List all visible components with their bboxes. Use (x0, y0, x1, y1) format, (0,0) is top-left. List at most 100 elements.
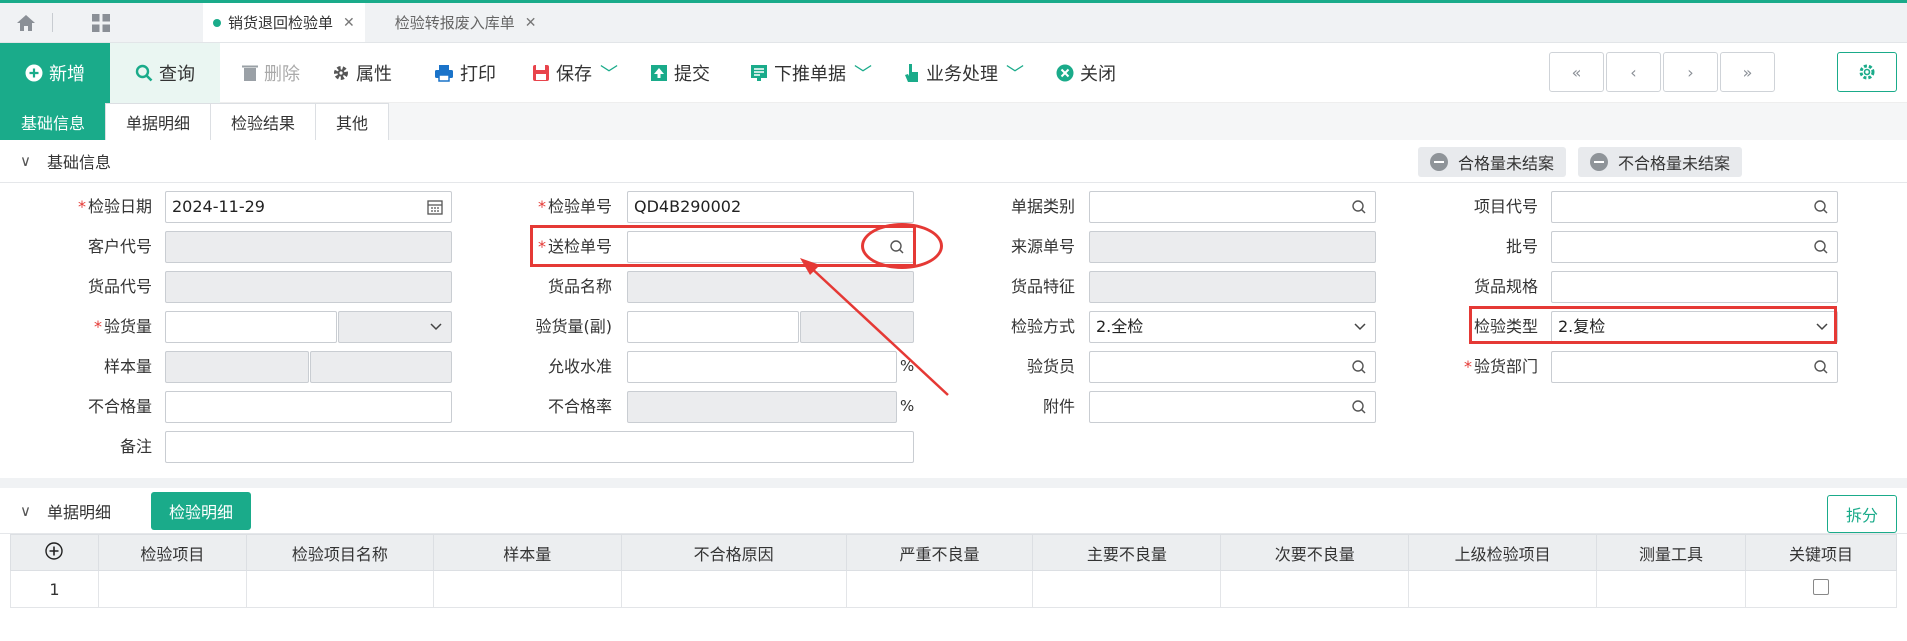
sample-qty2-field (310, 351, 452, 383)
accept-level-label: 允收水准 (547, 357, 612, 376)
inspect-qty-field[interactable] (165, 311, 337, 343)
unqualified-unclosed-button[interactable]: 不合格量未结案 (1578, 147, 1743, 177)
col-header[interactable]: 检验项目名称 (245, 534, 434, 571)
business-button[interactable]: 业务处理 ﹀ (888, 43, 1040, 103)
chevron-down-icon[interactable]: ∨ (20, 152, 31, 170)
split-button[interactable]: 拆分 (1827, 495, 1897, 533)
close-icon[interactable]: ✕ (343, 15, 355, 31)
new-button[interactable]: 新增 (0, 42, 110, 103)
chevron-down-icon[interactable]: ∨ (20, 502, 31, 520)
inspect-no-field[interactable]: QD4B290002 (627, 191, 914, 223)
grid-apps-icon[interactable] (53, 3, 149, 42)
project-code-field[interactable] (1551, 191, 1838, 223)
inspect-details-tab[interactable]: 检验明细 (151, 491, 252, 530)
tab-basic-info[interactable]: 基础信息 (0, 103, 107, 140)
col-header[interactable]: 测量工具 (1596, 534, 1747, 571)
properties-button[interactable]: 属性 (316, 43, 408, 103)
table-cell[interactable] (1408, 570, 1598, 608)
remark-field[interactable] (165, 431, 914, 463)
col-header[interactable]: 主要不良量 (1032, 534, 1222, 571)
annotation-arrow (800, 258, 949, 396)
search-icon[interactable] (1351, 399, 1367, 415)
search-icon[interactable] (1813, 359, 1829, 375)
source-no-field (1089, 231, 1376, 263)
tab-doc-details[interactable]: 单据明细 (105, 103, 212, 140)
close-circle-icon (1056, 64, 1074, 81)
next-record-icon[interactable]: › (1663, 52, 1718, 92)
batch-no-field[interactable] (1551, 231, 1838, 263)
customer-code-field (165, 231, 452, 263)
unqualified-qty-field[interactable] (165, 391, 452, 423)
delete-label: 删除 (264, 63, 300, 85)
section-title: 基础信息 (46, 153, 111, 172)
col-header[interactable]: 样本量 (432, 534, 622, 571)
inspect-dept-field[interactable] (1551, 351, 1838, 383)
add-row-icon[interactable] (10, 534, 99, 571)
first-record-icon[interactable]: « (1549, 52, 1604, 92)
search-icon[interactable] (1351, 359, 1367, 375)
close-button[interactable]: 关闭 (1040, 43, 1132, 103)
qualified-unclosed-button[interactable]: 合格量未结案 (1418, 147, 1567, 177)
col-header[interactable]: 关键项目 (1745, 534, 1897, 571)
tab-other[interactable]: 其他 (315, 103, 390, 140)
goods-spec-field[interactable] (1551, 271, 1838, 303)
query-button[interactable]: 查询 (110, 42, 220, 103)
table-cell[interactable] (845, 570, 1034, 608)
unqualified-rate-label: 不合格率 (547, 397, 612, 416)
inspect-date-field[interactable]: 2024-11-29 (165, 191, 452, 223)
settings-gear-icon[interactable] (1837, 52, 1897, 92)
tab-sales-return-inspection[interactable]: 销货退回检验单 ✕ (203, 3, 365, 42)
inspect-qty2-field[interactable] (627, 311, 799, 343)
inspect-qty-unit-select[interactable] (338, 311, 452, 343)
chevron-down-icon: ﹀ (854, 63, 872, 85)
close-icon[interactable]: ✕ (525, 15, 537, 31)
col-header[interactable]: 次要不良量 (1220, 534, 1410, 571)
goods-name-label: 货品名称 (547, 277, 612, 296)
calendar-icon[interactable] (427, 199, 443, 215)
col-header[interactable]: 严重不良量 (845, 534, 1034, 571)
attachment-field[interactable] (1089, 391, 1376, 423)
table-cell[interactable] (1596, 570, 1747, 608)
document-tabbar: 销货退回检验单 ✕ 检验转报废入库单 ✕ (0, 3, 1907, 43)
col-header[interactable]: 检验项目 (97, 534, 247, 571)
trash-icon (242, 65, 258, 81)
table-cell[interactable] (620, 570, 847, 608)
search-icon[interactable] (1813, 239, 1829, 255)
section-tabs: 基础信息 单据明细 检验结果 其他 (0, 103, 1907, 140)
push-down-button[interactable]: 下推单据 ﹀ (734, 43, 888, 103)
key-item-checkbox[interactable] (1813, 579, 1829, 595)
table-cell[interactable] (245, 570, 434, 608)
doc-details-header: ∨ 单据明细 检验明细 拆分 (0, 488, 1907, 534)
search-icon[interactable] (1813, 199, 1829, 215)
col-header[interactable]: 不合格原因 (620, 534, 847, 571)
batch-no-label: 批号 (1505, 237, 1538, 256)
table-cell[interactable] (1032, 570, 1222, 608)
table-row[interactable]: 1 (10, 570, 1897, 608)
last-record-icon[interactable]: » (1720, 52, 1775, 92)
goods-spec-label: 货品规格 (1473, 277, 1538, 296)
gear-icon (334, 65, 348, 80)
home-icon[interactable] (0, 3, 52, 42)
doc-type-field[interactable] (1089, 191, 1376, 223)
previous-record-icon[interactable]: ‹ (1606, 52, 1661, 92)
goods-code-field (165, 271, 452, 303)
table-cell[interactable] (1220, 570, 1410, 608)
col-header[interactable]: 上级检验项目 (1408, 534, 1598, 571)
save-button[interactable]: 保存 ﹀ (516, 43, 634, 103)
inspect-no-label: * 检验单号 (537, 197, 612, 216)
project-code-label: 项目代号 (1473, 197, 1538, 216)
unqualified-qty-label: 不合格量 (87, 397, 152, 416)
table-cell[interactable] (432, 570, 622, 608)
inspector-field[interactable] (1089, 351, 1376, 383)
print-button[interactable]: 打印 (418, 43, 512, 103)
submit-button[interactable]: 提交 (634, 43, 726, 103)
inspect-method-select[interactable]: 2.全检 (1089, 311, 1376, 343)
table-cell[interactable] (97, 570, 247, 608)
tab-scrap-inbound[interactable]: 检验转报废入库单 ✕ (385, 3, 547, 42)
search-icon[interactable] (1351, 199, 1367, 215)
search-icon (135, 64, 153, 81)
inspection-detail-table: 检验项目 检验项目名称 样本量 不合格原因 严重不良量 主要不良量 次要不良量 … (10, 534, 1897, 608)
delete-button[interactable]: 删除 (226, 43, 316, 103)
tab-inspect-result[interactable]: 检验结果 (210, 103, 317, 140)
remark-label: 备注 (119, 437, 152, 456)
